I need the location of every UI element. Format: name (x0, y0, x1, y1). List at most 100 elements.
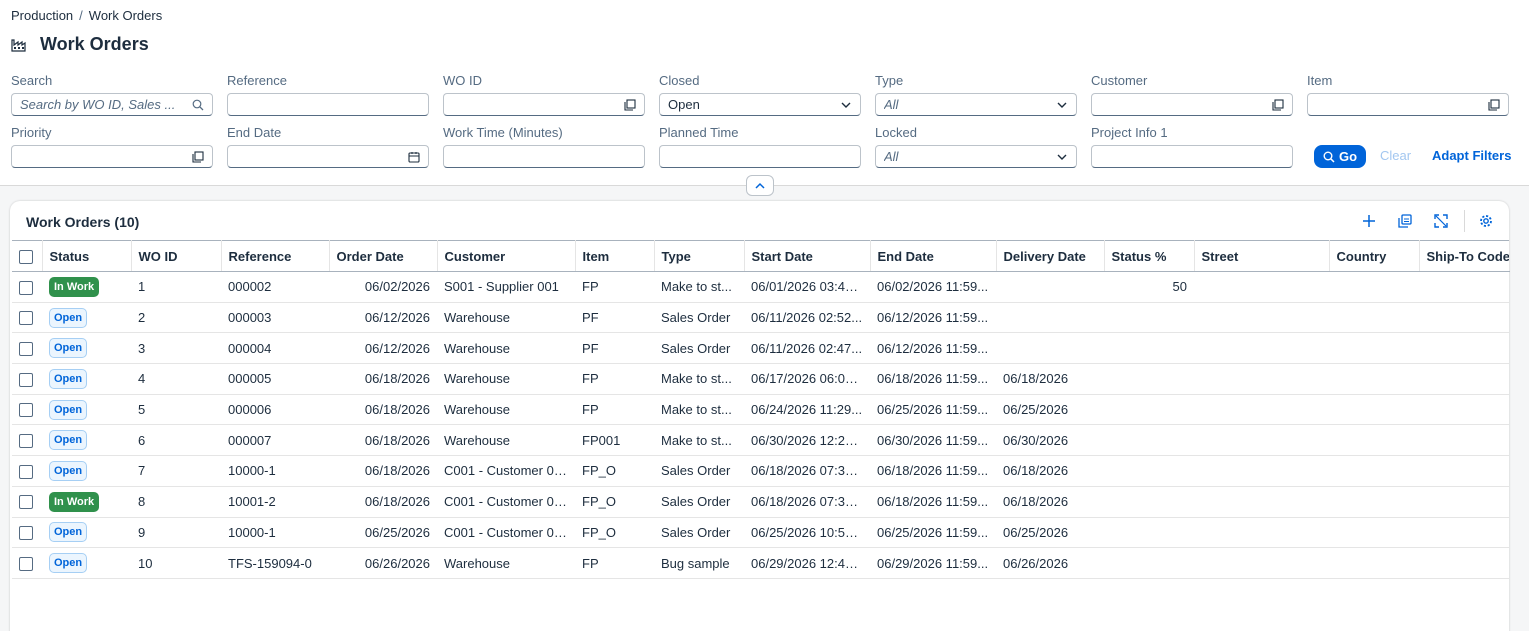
customer-cell: Warehouse (437, 332, 575, 365)
start-date-cell: 06/11/2026 02:47... (744, 332, 870, 365)
reference-input[interactable] (227, 93, 429, 116)
row-checkbox[interactable] (19, 311, 33, 326)
add-button[interactable] (1359, 211, 1379, 231)
item-cell: FP_O (575, 517, 654, 549)
ship-to-cell (1419, 517, 1509, 549)
column-header[interactable]: Country (1329, 240, 1420, 272)
row-checkbox[interactable] (19, 280, 33, 295)
order-date-cell: 06/25/2026 (329, 517, 437, 549)
fullscreen-button[interactable] (1431, 211, 1451, 231)
locked-placeholder: All (884, 149, 899, 164)
column-header[interactable]: End Date (870, 240, 997, 272)
column-header[interactable]: Item (575, 240, 655, 272)
collapse-header-button[interactable] (746, 175, 774, 196)
row-checkbox[interactable] (19, 403, 33, 418)
calendar-icon[interactable] (408, 151, 420, 163)
factory-icon (11, 38, 26, 52)
status-badge: Open (49, 522, 88, 543)
row-select-cell[interactable] (12, 455, 42, 487)
table-row[interactable]: Open 2 000003 06/12/2026 Warehouse PF Sales Or… (12, 302, 1509, 334)
value-help-icon[interactable] (624, 98, 636, 111)
table-row[interactable]: Open 3 000004 06/12/2026 Warehouse PF Sales Or… (12, 332, 1509, 365)
status-cell: Open (42, 394, 131, 426)
row-select-cell[interactable] (12, 302, 42, 334)
row-checkbox[interactable] (19, 556, 33, 571)
chevron-down-icon[interactable] (1056, 99, 1068, 111)
work-time-input[interactable] (443, 145, 645, 168)
row-select-cell[interactable] (12, 486, 42, 518)
country-cell (1329, 271, 1419, 303)
select-all-checkbox[interactable] (19, 249, 33, 264)
breadcrumb-production[interactable]: Production (11, 8, 73, 23)
row-select-cell[interactable] (12, 517, 42, 549)
column-header[interactable]: Delivery Date (996, 240, 1105, 272)
row-checkbox[interactable] (19, 526, 33, 541)
row-checkbox[interactable] (19, 495, 33, 510)
table-row[interactable]: Open 9 10000-1 06/25/2026 C001 - Customer 00… (12, 517, 1509, 549)
row-checkbox[interactable] (19, 464, 33, 479)
search-icon[interactable] (192, 99, 204, 111)
row-checkbox[interactable] (19, 434, 33, 449)
column-header[interactable]: WO ID (131, 240, 222, 272)
copy-button[interactable] (1395, 211, 1415, 231)
go-button[interactable]: Go (1314, 145, 1366, 168)
row-select-cell[interactable] (12, 424, 42, 457)
column-header[interactable]: Start Date (744, 240, 871, 272)
row-select-cell[interactable] (12, 332, 42, 365)
value-help-icon[interactable] (1272, 98, 1284, 111)
item-input[interactable] (1307, 93, 1509, 116)
column-header[interactable]: Street (1194, 240, 1330, 272)
row-select-cell[interactable] (12, 271, 42, 303)
wo-id-cell: 10 (131, 547, 221, 579)
priority-input[interactable] (11, 145, 213, 168)
row-select-cell[interactable] (12, 547, 42, 579)
row-checkbox[interactable] (19, 342, 33, 356)
search-input[interactable]: Search by WO ID, Sales ... (11, 93, 213, 116)
chevron-down-icon[interactable] (840, 99, 852, 111)
planned-time-input[interactable] (659, 145, 861, 168)
ship-to-cell (1419, 363, 1509, 395)
end-date-input[interactable] (227, 145, 429, 168)
adapt-filters-button[interactable]: Adapt Filters (1432, 148, 1511, 163)
wo-id-input[interactable] (443, 93, 645, 116)
delivery-date-cell: 06/25/2026 (996, 394, 1104, 426)
table-row[interactable]: Open 4 000005 06/18/2026 Warehouse FP Make to … (12, 363, 1509, 395)
delivery-date-cell: 06/30/2026 (996, 424, 1104, 457)
table-row[interactable]: In Work 8 10001-2 06/18/2026 C001 - Customer… (12, 486, 1509, 518)
status-percent-cell (1104, 424, 1194, 457)
customer-input[interactable] (1091, 93, 1293, 116)
table-row[interactable]: Open 10 TFS-159094-0 06/26/2026 Warehouse FP B… (12, 547, 1509, 579)
status-percent-cell (1104, 302, 1194, 334)
table-row[interactable]: Open 6 000007 06/18/2026 Warehouse FP001 Make … (12, 424, 1509, 457)
ship-to-cell (1419, 302, 1509, 334)
value-help-icon[interactable] (1488, 98, 1500, 111)
status-badge: Open (49, 368, 88, 389)
ship-to-cell (1419, 394, 1509, 426)
closed-select[interactable]: Open (659, 93, 861, 116)
select-all-header[interactable] (12, 240, 43, 272)
column-header[interactable]: Status % (1104, 240, 1195, 272)
locked-select[interactable]: All (875, 145, 1077, 168)
table-row[interactable]: Open 5 000006 06/18/2026 Warehouse FP Make to … (12, 394, 1509, 426)
column-header[interactable]: Status (42, 240, 132, 272)
clear-button[interactable]: Clear (1380, 148, 1411, 163)
value-help-icon[interactable] (192, 150, 204, 163)
project-info-input[interactable] (1091, 145, 1293, 168)
settings-button[interactable] (1476, 211, 1496, 231)
type-select[interactable]: All (875, 93, 1077, 116)
column-header[interactable]: Order Date (329, 240, 438, 272)
status-percent-cell (1104, 394, 1194, 426)
table-row[interactable]: Open 7 10000-1 06/18/2026 C001 - Customer 00… (12, 455, 1509, 487)
row-select-cell[interactable] (12, 363, 42, 395)
column-header[interactable]: Customer (437, 240, 576, 272)
wo-id-cell: 7 (131, 455, 221, 487)
column-header[interactable]: Ship-To Code (1419, 240, 1510, 272)
table-row[interactable]: In Work 1 000002 06/02/2026 S001 - Supplier … (12, 271, 1509, 303)
ship-to-cell (1419, 486, 1509, 518)
row-checkbox[interactable] (19, 372, 33, 387)
column-header[interactable]: Type (654, 240, 745, 272)
column-header[interactable]: Reference (221, 240, 330, 272)
row-select-cell[interactable] (12, 394, 42, 426)
status-badge: Open (49, 430, 88, 451)
chevron-down-icon[interactable] (1056, 151, 1068, 163)
